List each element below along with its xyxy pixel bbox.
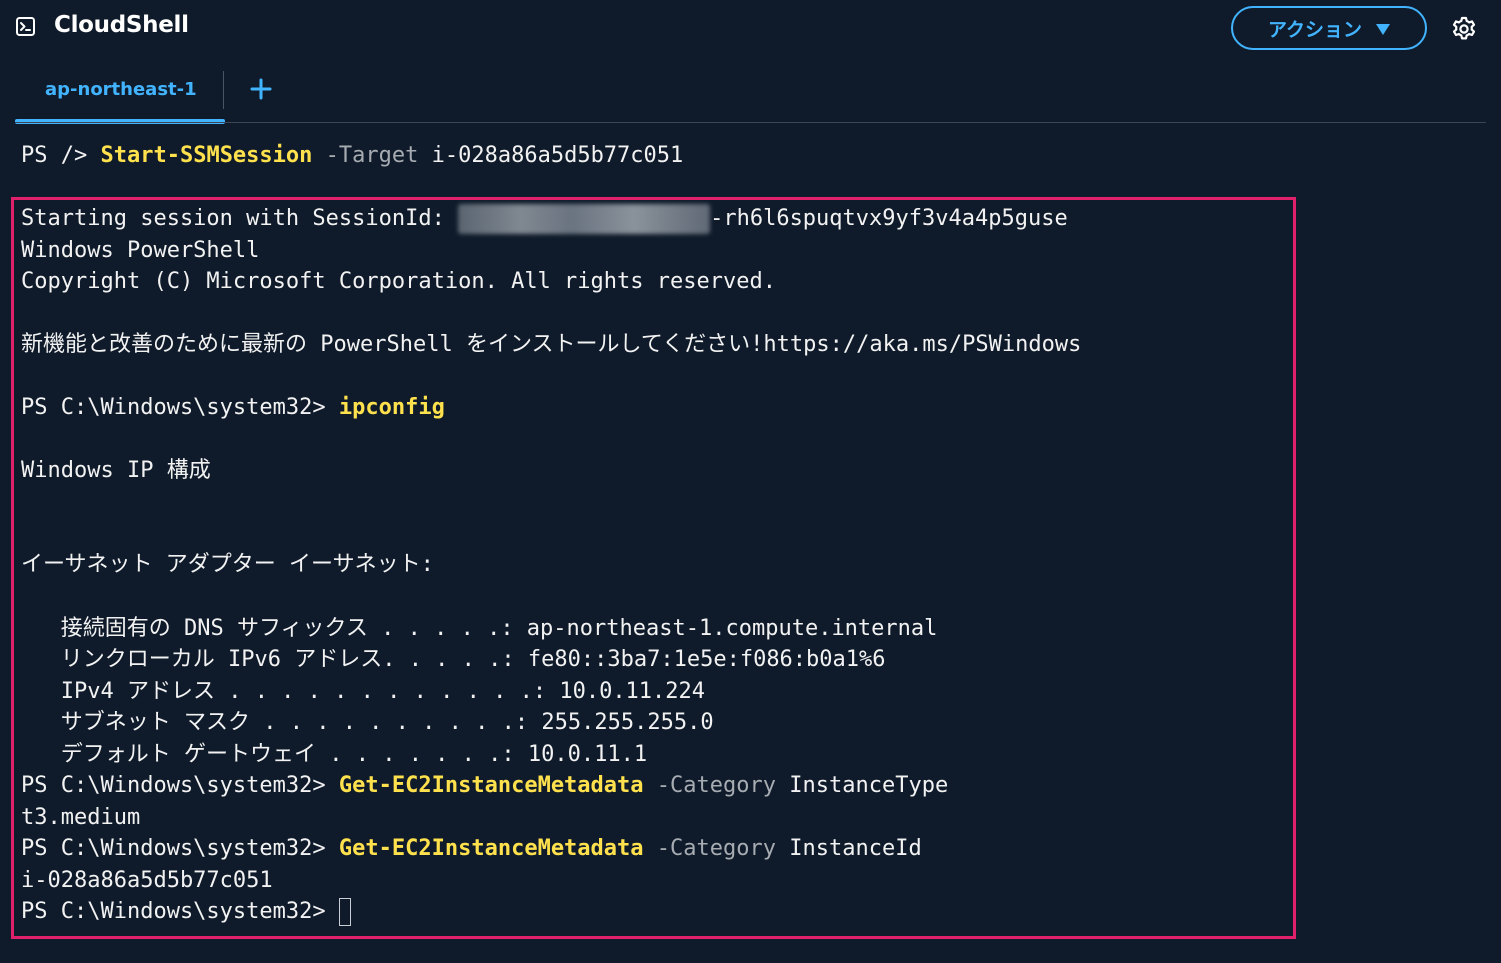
tab-divider — [223, 71, 224, 109]
command-get-ec2instancemetadata: Get-EC2InstanceMetadata — [338, 773, 644, 798]
terminal-line-gateway: デフォルト ゲートウェイ . . . . . . .: 10.0.11.1 — [21, 742, 648, 767]
arg-instance-id: InstanceId — [789, 836, 922, 861]
prompt: PS C:\Windows\system32> — [21, 899, 326, 924]
terminal-line-instance-type-output: t3.medium — [21, 805, 141, 830]
terminal-icon — [16, 17, 35, 36]
param-target: -Target — [325, 143, 419, 168]
terminal-line-instance-id-output: i-028a86a5d5b77c051 — [21, 868, 273, 893]
param-category: -Category — [656, 773, 776, 798]
terminal-line-ipconfig: PS C:\Windows\system32> ipconfig — [21, 393, 445, 423]
caret-down-icon — [1376, 23, 1391, 35]
terminal-line-metadata-type: PS C:\Windows\system32> Get-EC2InstanceM… — [21, 771, 948, 801]
gear-icon[interactable] — [1451, 16, 1477, 42]
actions-button[interactable]: アクション — [1231, 6, 1427, 50]
session-prefix: Starting session with SessionId: — [21, 206, 459, 231]
tabs-divider — [15, 122, 1486, 123]
actions-label: アクション — [1267, 18, 1363, 41]
command-start-ssmsession: Start-SSMSession — [100, 143, 313, 168]
terminal-line-copyright: Copyright (C) Microsoft Corporation. All… — [21, 269, 776, 294]
arg-instance-id: i-028a86a5d5b77c051 — [431, 143, 684, 168]
terminal-line-session-id: Starting session with SessionId: -rh6l6s… — [21, 204, 1068, 234]
terminal-line-ipv4: IPv4 アドレス . . . . . . . . . . . .: 10.0.… — [21, 679, 706, 704]
session-suffix: -rh6l6spuqtvx9yf3v4a4p5guse — [710, 206, 1068, 231]
terminal-line-ipv6: リンクローカル IPv6 アドレス. . . . .: fe80::3ba7:1… — [21, 647, 886, 672]
command-get-ec2instancemetadata: Get-EC2InstanceMetadata — [338, 836, 644, 861]
terminal-line-adapter-header: イーサネット アダプター イーサネット: — [21, 552, 434, 577]
prompt: PS C:\Windows\system32> — [21, 395, 326, 420]
arg-instance-type: InstanceType — [789, 773, 949, 798]
terminal-line-ip-title: Windows IP 構成 — [21, 458, 211, 483]
terminal-line-subnet: サブネット マスク . . . . . . . . . .: 255.255.2… — [21, 710, 714, 735]
param-category: -Category — [656, 836, 776, 861]
prompt-root: PS /> — [21, 143, 88, 168]
command-ipconfig: ipconfig — [338, 395, 445, 420]
tab-ap-northeast-1[interactable]: ap-northeast-1 — [15, 68, 225, 124]
plus-icon[interactable] — [245, 74, 277, 106]
prompt: PS C:\Windows\system32> — [21, 836, 326, 861]
prompt: PS C:\Windows\system32> — [21, 773, 326, 798]
tab-label: ap-northeast-1 — [45, 79, 197, 100]
terminal-line-dns-suffix: 接続固有の DNS サフィックス . . . . .: ap-northeast… — [21, 616, 938, 641]
app-title: CloudShell — [54, 12, 189, 38]
terminal-line-install-notice: 新機能と改善のために最新の PowerShell をインストールしてください!h… — [21, 332, 1082, 357]
terminal-line-start-session: PS /> Start-SSMSession -Target i-028a86a… — [21, 141, 683, 171]
terminal-line-windows-powershell: Windows PowerShell — [21, 238, 260, 263]
terminal-cursor — [338, 898, 351, 926]
terminal-line-current-prompt[interactable]: PS C:\Windows\system32> — [21, 897, 351, 927]
redacted-session-id — [458, 204, 711, 234]
terminal-line-metadata-id: PS C:\Windows\system32> Get-EC2InstanceM… — [21, 834, 922, 864]
header: CloudShell アクション — [0, 0, 1501, 60]
